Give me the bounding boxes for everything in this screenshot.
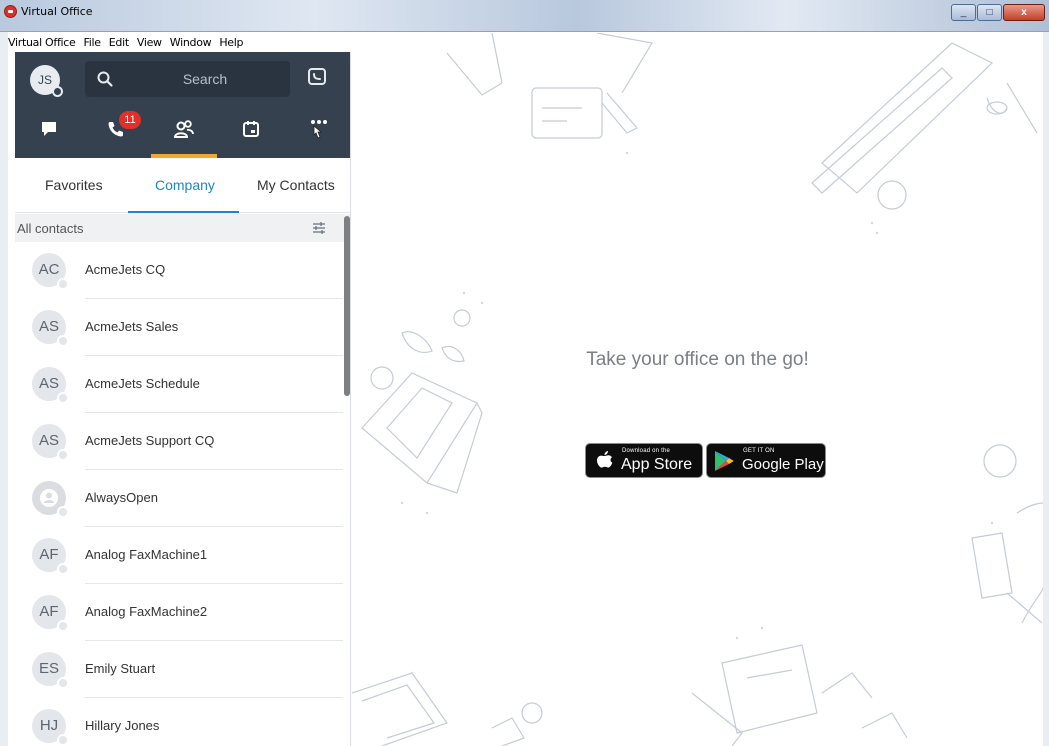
tab-my-contacts[interactable]: My Contacts bbox=[257, 177, 335, 193]
hand-cursor-icon bbox=[313, 125, 323, 139]
all-contacts-label: All contacts bbox=[17, 221, 84, 236]
scrollbar-thumb[interactable] bbox=[344, 216, 350, 396]
promo-tagline: Take your office on the go! bbox=[586, 349, 809, 370]
user-initials: JS bbox=[37, 73, 52, 87]
list-item[interactable]: AS AcmeJets Support CQ bbox=[15, 413, 343, 470]
contact-avatar: AS bbox=[32, 310, 69, 347]
contact-avatar: HJ bbox=[32, 709, 69, 746]
contact-name: AlwaysOpen bbox=[85, 490, 158, 505]
contact-avatar bbox=[32, 481, 69, 518]
apple-icon bbox=[597, 451, 613, 468]
subtab-active-indicator bbox=[128, 211, 239, 213]
presence-dot-icon bbox=[57, 563, 69, 575]
search-input[interactable] bbox=[135, 69, 275, 89]
google-play-small-text: GET IT ON bbox=[743, 448, 775, 454]
menu-help[interactable]: Help bbox=[219, 36, 243, 51]
contact-avatar: AC bbox=[32, 253, 69, 290]
presence-dot-icon bbox=[57, 449, 69, 461]
messages-tab[interactable] bbox=[36, 116, 62, 142]
menu-bar: Virtual Office File Edit View Window Hel… bbox=[8, 36, 244, 51]
tab-company[interactable]: Company bbox=[155, 177, 215, 193]
window-right-border bbox=[1043, 32, 1049, 746]
calendar-icon bbox=[243, 121, 259, 137]
chat-icon bbox=[42, 122, 56, 136]
presence-dot-icon bbox=[57, 506, 69, 518]
maximize-button[interactable]: □ bbox=[977, 4, 1002, 21]
presence-dot-icon bbox=[57, 620, 69, 632]
contact-avatar: AF bbox=[32, 595, 69, 632]
window-titlebar: Virtual Office _ □ x bbox=[0, 0, 1049, 32]
window-title: Virtual Office bbox=[21, 5, 93, 18]
presence-dot-icon bbox=[57, 392, 69, 404]
menu-window[interactable]: Window bbox=[170, 36, 212, 51]
contacts-list-header: All contacts bbox=[15, 214, 350, 242]
contact-name: AcmeJets Schedule bbox=[85, 376, 200, 391]
missed-calls-badge: 11 bbox=[119, 111, 141, 129]
app-logo-icon bbox=[4, 5, 17, 18]
filter-icon[interactable] bbox=[311, 220, 327, 236]
contact-avatar: ES bbox=[32, 652, 69, 689]
contact-avatar: AF bbox=[32, 538, 69, 575]
calendar-tab[interactable] bbox=[238, 116, 264, 142]
contact-name: Hillary Jones bbox=[85, 718, 160, 733]
contact-name: AcmeJets Support CQ bbox=[85, 433, 215, 448]
contact-name: Emily Stuart bbox=[85, 661, 156, 676]
google-play-button[interactable]: GET IT ON Google Play bbox=[706, 443, 826, 478]
search-box[interactable] bbox=[85, 61, 290, 97]
list-item[interactable]: AlwaysOpen bbox=[15, 470, 343, 527]
main-pane: Take your office on the go! Download on … bbox=[352, 33, 1043, 746]
tab-favorites[interactable]: Favorites bbox=[45, 177, 103, 193]
menu-edit[interactable]: Edit bbox=[109, 36, 129, 51]
menu-file[interactable]: File bbox=[84, 36, 102, 51]
contact-name: Analog FaxMachine1 bbox=[85, 547, 208, 562]
presence-dot-icon bbox=[57, 734, 69, 746]
app-store-button[interactable]: Download on the App Store bbox=[585, 443, 703, 478]
window-left-border bbox=[0, 32, 8, 746]
app-store-small-text: Download on the bbox=[622, 448, 671, 454]
list-item[interactable]: AF Analog FaxMachine1 bbox=[15, 527, 343, 584]
search-icon bbox=[97, 71, 113, 87]
presence-dot-icon bbox=[57, 278, 69, 290]
menu-view[interactable]: View bbox=[137, 36, 162, 51]
menu-virtual-office[interactable]: Virtual Office bbox=[8, 36, 76, 51]
contact-avatar: AS bbox=[32, 424, 69, 461]
presence-dot-icon bbox=[57, 677, 69, 689]
contacts-scrollbar[interactable] bbox=[343, 214, 350, 746]
list-item[interactable]: AS AcmeJets Schedule bbox=[15, 356, 343, 413]
contact-name: Analog FaxMachine2 bbox=[85, 604, 208, 619]
office-illustration bbox=[352, 33, 1043, 746]
presence-dot-icon bbox=[57, 335, 69, 347]
contacts-icon bbox=[173, 120, 194, 138]
list-item[interactable]: ES Emily Stuart bbox=[15, 641, 343, 698]
more-tab[interactable] bbox=[305, 116, 331, 142]
more-icon bbox=[311, 120, 327, 139]
contacts-subtabs: Favorites Company My Contacts bbox=[15, 158, 350, 213]
app-store-big-text: App Store bbox=[621, 456, 693, 473]
list-item[interactable]: AF Analog FaxMachine2 bbox=[15, 584, 343, 641]
contacts-tab[interactable] bbox=[171, 116, 197, 142]
google-play-icon bbox=[715, 451, 734, 471]
contacts-list: AC AcmeJets CQ AS AcmeJets Sales AS Acme… bbox=[15, 242, 343, 746]
contact-name: AcmeJets CQ bbox=[85, 262, 166, 277]
close-button[interactable]: x bbox=[1003, 4, 1045, 21]
presence-indicator-icon bbox=[52, 86, 63, 97]
contact-name: AcmeJets Sales bbox=[85, 319, 179, 334]
list-item[interactable]: HJ Hillary Jones bbox=[15, 698, 343, 746]
dialpad-icon[interactable] bbox=[306, 66, 328, 88]
minimize-button[interactable]: _ bbox=[951, 4, 976, 21]
window-controls: _ □ x bbox=[950, 4, 1045, 21]
list-item[interactable]: AS AcmeJets Sales bbox=[15, 299, 343, 356]
user-avatar[interactable]: JS bbox=[30, 65, 63, 97]
contact-avatar: AS bbox=[32, 367, 69, 404]
left-panel: JS 11 bbox=[15, 52, 351, 746]
list-item[interactable]: AC AcmeJets CQ bbox=[15, 242, 343, 299]
google-play-big-text: Google Play bbox=[742, 456, 824, 473]
top-navigation: JS 11 bbox=[15, 52, 350, 158]
